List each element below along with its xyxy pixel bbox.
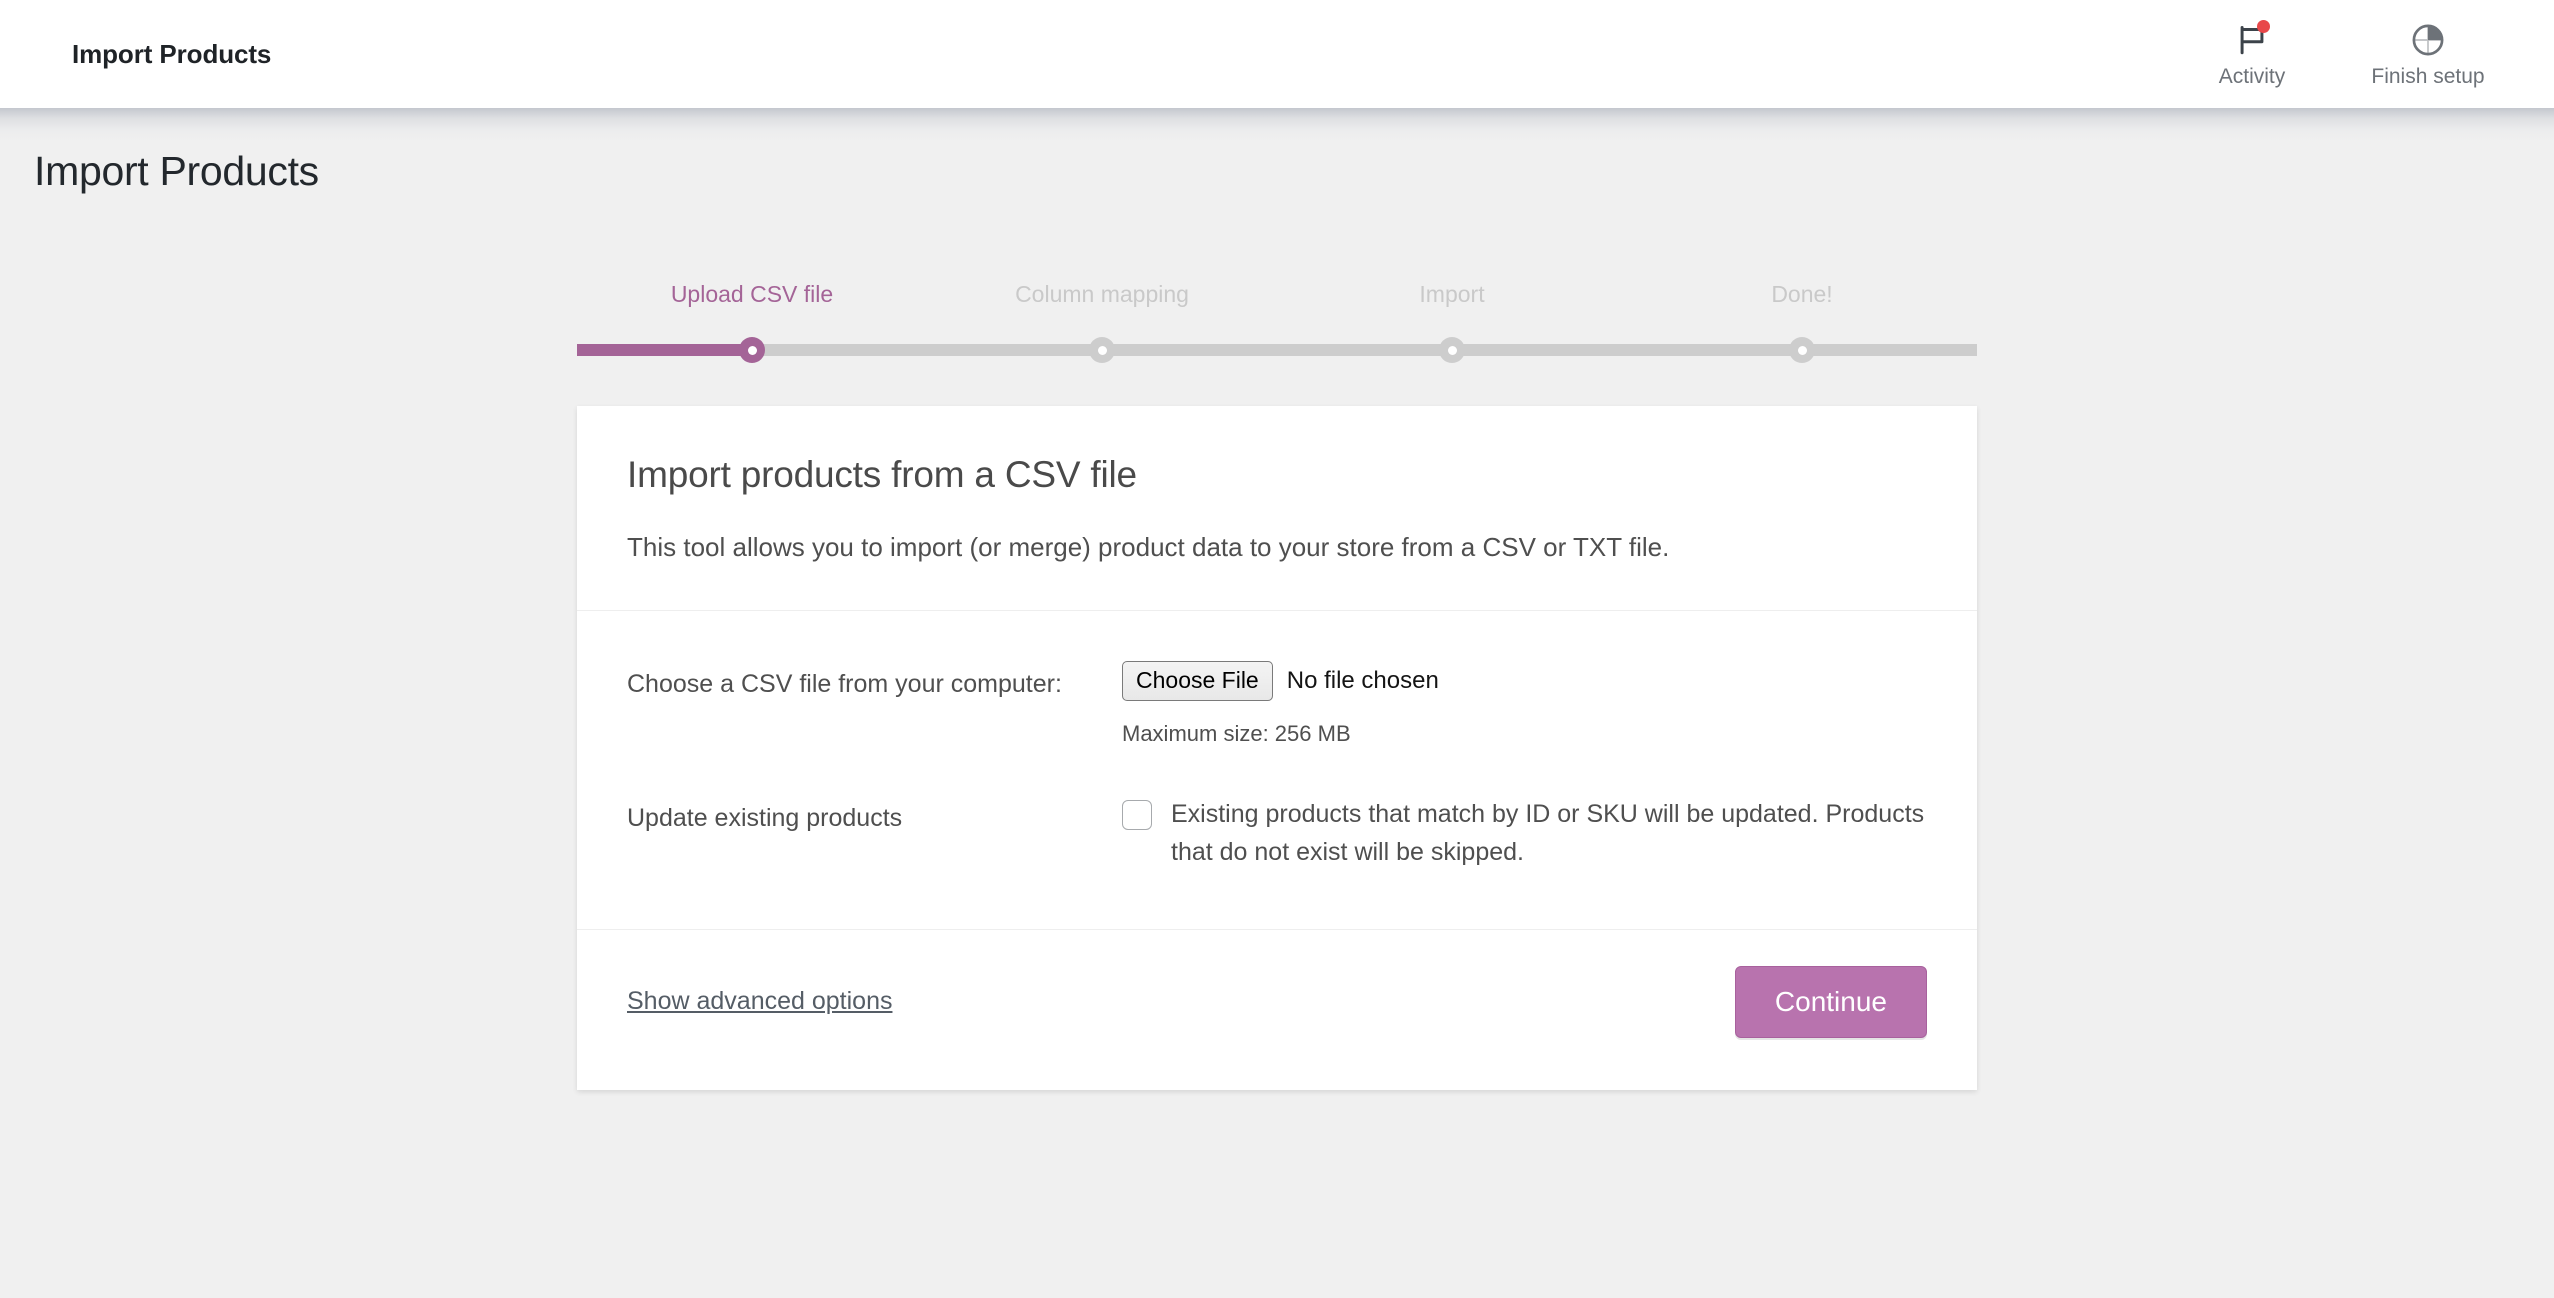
page-content: Import Products Upload CSV file Column m… <box>0 108 2554 1090</box>
flag-icon <box>2232 20 2272 59</box>
choose-file-label: Choose a CSV file from your computer: <box>627 670 1062 699</box>
admin-bar: Import Products Activity Finish setup <box>0 0 2554 108</box>
update-existing-label: Update existing products <box>627 803 903 832</box>
max-size-hint: Maximum size: 256 MB <box>1122 720 1351 746</box>
card-footer: Show advanced options Continue <box>577 930 1977 1090</box>
file-input[interactable]: Choose File No file chosen <box>1122 661 1927 701</box>
card-title: Import products from a CSV file <box>627 454 1137 495</box>
step-label-column-mapping: Column mapping <box>1015 281 1189 307</box>
finish-setup-button[interactable]: Finish setup <box>2368 21 2488 87</box>
update-existing-row: Update existing products Existing produc… <box>627 773 1927 897</box>
show-advanced-options-link[interactable]: Show advanced options <box>627 987 892 1016</box>
step-dot-upload-csv-file[interactable] <box>739 337 765 363</box>
finish-setup-label: Finish setup <box>2371 65 2485 88</box>
step-label-upload-csv-file: Upload CSV file <box>670 281 834 307</box>
update-existing-field: Existing products that match by ID or SK… <box>1122 795 1927 871</box>
continue-button[interactable]: Continue <box>1734 965 1927 1038</box>
choose-file-button[interactable]: Choose File <box>1122 661 1273 701</box>
step-dot-import[interactable] <box>1439 337 1465 363</box>
card-body: Choose a CSV file from your computer: Ch… <box>577 611 1977 930</box>
activity-badge-dot <box>2257 20 2270 33</box>
activity-button[interactable]: Activity <box>2192 20 2312 88</box>
activity-label: Activity <box>2218 65 2286 88</box>
stepper-progress-fill <box>577 344 752 356</box>
choose-file-field: Choose File No file chosen Maximum size:… <box>1122 661 1927 746</box>
pie-progress-icon <box>2408 21 2448 59</box>
card-description: This tool allows you to import (or merge… <box>627 532 1670 562</box>
admin-bar-actions: Activity Finish setup <box>2192 20 2518 88</box>
file-status-text: No file chosen <box>1286 666 1439 694</box>
import-stepper: Upload CSV file Column mapping Import Do… <box>577 283 1977 363</box>
stepper-track <box>577 337 1977 363</box>
update-existing-check-wrap: Existing products that match by ID or SK… <box>1122 795 1927 871</box>
step-dot-done[interactable] <box>1789 337 1815 363</box>
update-existing-description: Existing products that match by ID or SK… <box>1171 799 1925 866</box>
card-header: Import products from a CSV file This too… <box>577 406 1977 612</box>
stepper-labels: Upload CSV file Column mapping Import Do… <box>577 283 1977 317</box>
choose-file-row: Choose a CSV file from your computer: Ch… <box>627 647 1927 772</box>
update-existing-checkbox[interactable] <box>1122 799 1152 830</box>
page-title: Import Products <box>34 148 319 194</box>
step-label-import: Import <box>1419 281 1485 307</box>
step-dot-column-mapping[interactable] <box>1089 337 1115 363</box>
step-label-done: Done! <box>1771 281 1833 307</box>
import-card: Import products from a CSV file This too… <box>577 406 1977 1090</box>
admin-bar-title: Import Products <box>72 38 272 69</box>
